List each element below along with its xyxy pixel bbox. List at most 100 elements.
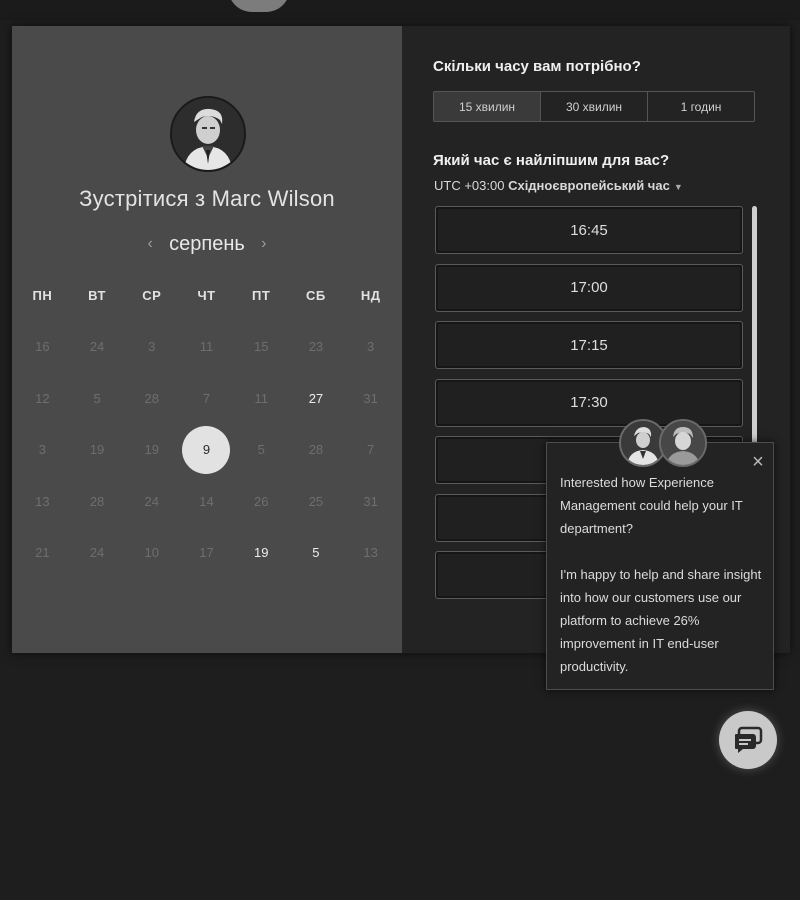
caret-down-icon: ▼ bbox=[673, 182, 683, 192]
calendar-day: 7 bbox=[179, 373, 234, 425]
calendar-day: 24 bbox=[70, 527, 125, 579]
calendar-day-number: 3 bbox=[367, 339, 375, 355]
popup-paragraph: I'm happy to help and share insight into… bbox=[560, 567, 762, 674]
calendar-day-number: 19 bbox=[144, 442, 160, 458]
month-label: серпень bbox=[169, 232, 245, 255]
person-icon bbox=[172, 98, 244, 170]
calendar-days-grid: 16 24 3 11 15 23 3 12 5 28 7 11 27 31 3 19 19 9 5 28 7 13 28 24… bbox=[15, 321, 398, 579]
calendar-day-number: 5 bbox=[93, 390, 101, 406]
calendar-day-number: 21 bbox=[35, 545, 50, 561]
top-bar bbox=[0, 0, 800, 20]
time-slot[interactable]: 17:15 bbox=[435, 321, 743, 369]
calendar-day: 26 bbox=[234, 476, 289, 528]
calendar-day: 11 bbox=[234, 373, 289, 425]
calendar-day-number: 10 bbox=[144, 545, 160, 561]
logo bbox=[228, 0, 290, 12]
calendar-day-number: 13 bbox=[363, 545, 378, 561]
calendar-day: 3 bbox=[124, 321, 179, 373]
weekday-header: ПН ВТ СР ЧТ ПТ СБ НД bbox=[15, 288, 398, 303]
calendar-day[interactable]: 19 bbox=[234, 527, 289, 579]
duration-option-30[interactable]: 30 хвилин bbox=[541, 92, 648, 121]
duration-option-60[interactable]: 1 годин bbox=[648, 92, 754, 121]
chat-bubble-icon bbox=[735, 726, 763, 753]
calendar-day-number: 3 bbox=[148, 339, 156, 355]
weekday-label: ПТ bbox=[252, 288, 271, 303]
host-name: Marc Wilson bbox=[211, 186, 335, 211]
calendar-day-number: 28 bbox=[144, 390, 160, 406]
calendar-day[interactable]: 9 bbox=[179, 424, 234, 476]
calendar-day: 28 bbox=[70, 476, 125, 528]
calendar-day-number: 23 bbox=[308, 339, 324, 355]
weekday-label: ВТ bbox=[88, 288, 106, 303]
calendar-day-number: 26 bbox=[253, 493, 269, 509]
calendar-day: 15 bbox=[234, 321, 289, 373]
duration-question: Скільки часу вам потрібно? bbox=[433, 58, 641, 75]
agent-avatars bbox=[619, 419, 709, 467]
chat-invite-popup: × Interested how Experience Management c… bbox=[546, 419, 774, 690]
time-slot[interactable]: 16:45 bbox=[435, 206, 743, 254]
calendar-day-number: 13 bbox=[35, 493, 50, 509]
calendar-day-number: 24 bbox=[89, 339, 105, 355]
time-question: Який час є найліпшим для вас? bbox=[433, 152, 670, 169]
slot-scrollbar[interactable] bbox=[752, 206, 757, 466]
meet-title: Зустрітися з Marc Wilson bbox=[12, 186, 402, 212]
calendar-day: 11 bbox=[179, 321, 234, 373]
calendar-day-number: 31 bbox=[363, 493, 378, 509]
calendar-day: 3 bbox=[343, 321, 398, 373]
calendar-day: 12 bbox=[15, 373, 70, 425]
calendar-day[interactable]: 5 bbox=[289, 527, 344, 579]
calendar-day: 28 bbox=[124, 373, 179, 425]
calendar-day: 24 bbox=[124, 476, 179, 528]
calendar-day-number: 16 bbox=[35, 339, 50, 355]
calendar-day: 10 bbox=[124, 527, 179, 579]
host-calendar-panel: Зустрітися з Marc Wilson ‹ серпень › ПН … bbox=[12, 26, 402, 653]
timezone-name: Східноєвропейський час bbox=[508, 178, 670, 193]
month-navigator: ‹ серпень › bbox=[12, 232, 402, 256]
calendar-day: 17 bbox=[179, 527, 234, 579]
calendar-day: 25 bbox=[289, 476, 344, 528]
calendar-day-number: 25 bbox=[308, 493, 324, 509]
calendar-day-number: 7 bbox=[367, 442, 375, 458]
weekday-label: НД bbox=[360, 288, 381, 303]
calendar-day-number: 5 bbox=[312, 545, 320, 561]
calendar-day: 19 bbox=[124, 424, 179, 476]
popup-paragraph: Interested how Experience Management cou… bbox=[560, 475, 743, 536]
meet-prefix: Зустрітися з bbox=[79, 186, 206, 211]
weekday-label: ПН bbox=[32, 288, 53, 303]
calendar-day: 16 bbox=[15, 321, 70, 373]
calendar-day-number: 24 bbox=[89, 545, 105, 561]
timezone-selector[interactable]: UTC +03:00 Східноєвропейський час ▼ bbox=[434, 178, 683, 193]
weekday-label: ЧТ bbox=[197, 288, 216, 303]
person-icon bbox=[661, 421, 705, 465]
timezone-offset: UTC +03:00 bbox=[434, 178, 505, 193]
calendar-day: 21 bbox=[15, 527, 70, 579]
calendar-day-number: 28 bbox=[89, 493, 105, 509]
duration-selector: 15 хвилин 30 хвилин 1 годин bbox=[433, 91, 755, 122]
calendar-day: 5 bbox=[70, 373, 125, 425]
time-slot[interactable]: 17:00 bbox=[435, 263, 743, 312]
calendar-day: 31 bbox=[343, 373, 398, 425]
calendar-day-number: 9 bbox=[182, 425, 231, 474]
close-icon[interactable]: × bbox=[747, 451, 769, 473]
calendar-day: 23 bbox=[289, 321, 344, 373]
calendar-day-number: 24 bbox=[144, 493, 160, 509]
calendar-day[interactable]: 27 bbox=[289, 373, 344, 425]
calendar-day: 24 bbox=[70, 321, 125, 373]
calendar-day-number: 27 bbox=[308, 390, 324, 406]
chevron-right-icon[interactable]: › bbox=[257, 235, 271, 253]
calendar-day: 28 bbox=[289, 424, 344, 476]
calendar-day-number: 14 bbox=[199, 493, 214, 509]
calendar-day-number: 12 bbox=[35, 390, 50, 406]
calendar-day: 19 bbox=[70, 424, 125, 476]
calendar-day: 13 bbox=[343, 527, 398, 579]
agent-avatar bbox=[659, 419, 707, 467]
calendar-day-number: 31 bbox=[363, 390, 378, 406]
calendar-day: 31 bbox=[343, 476, 398, 528]
duration-option-15[interactable]: 15 хвилин bbox=[434, 92, 541, 121]
calendar-day-number: 5 bbox=[257, 442, 265, 458]
calendar-day-number: 17 bbox=[199, 545, 214, 561]
chevron-left-icon[interactable]: ‹ bbox=[143, 235, 157, 253]
chat-launcher-button[interactable] bbox=[719, 711, 777, 769]
weekday-label: СБ bbox=[306, 288, 326, 303]
calendar-day-number: 19 bbox=[253, 545, 269, 561]
